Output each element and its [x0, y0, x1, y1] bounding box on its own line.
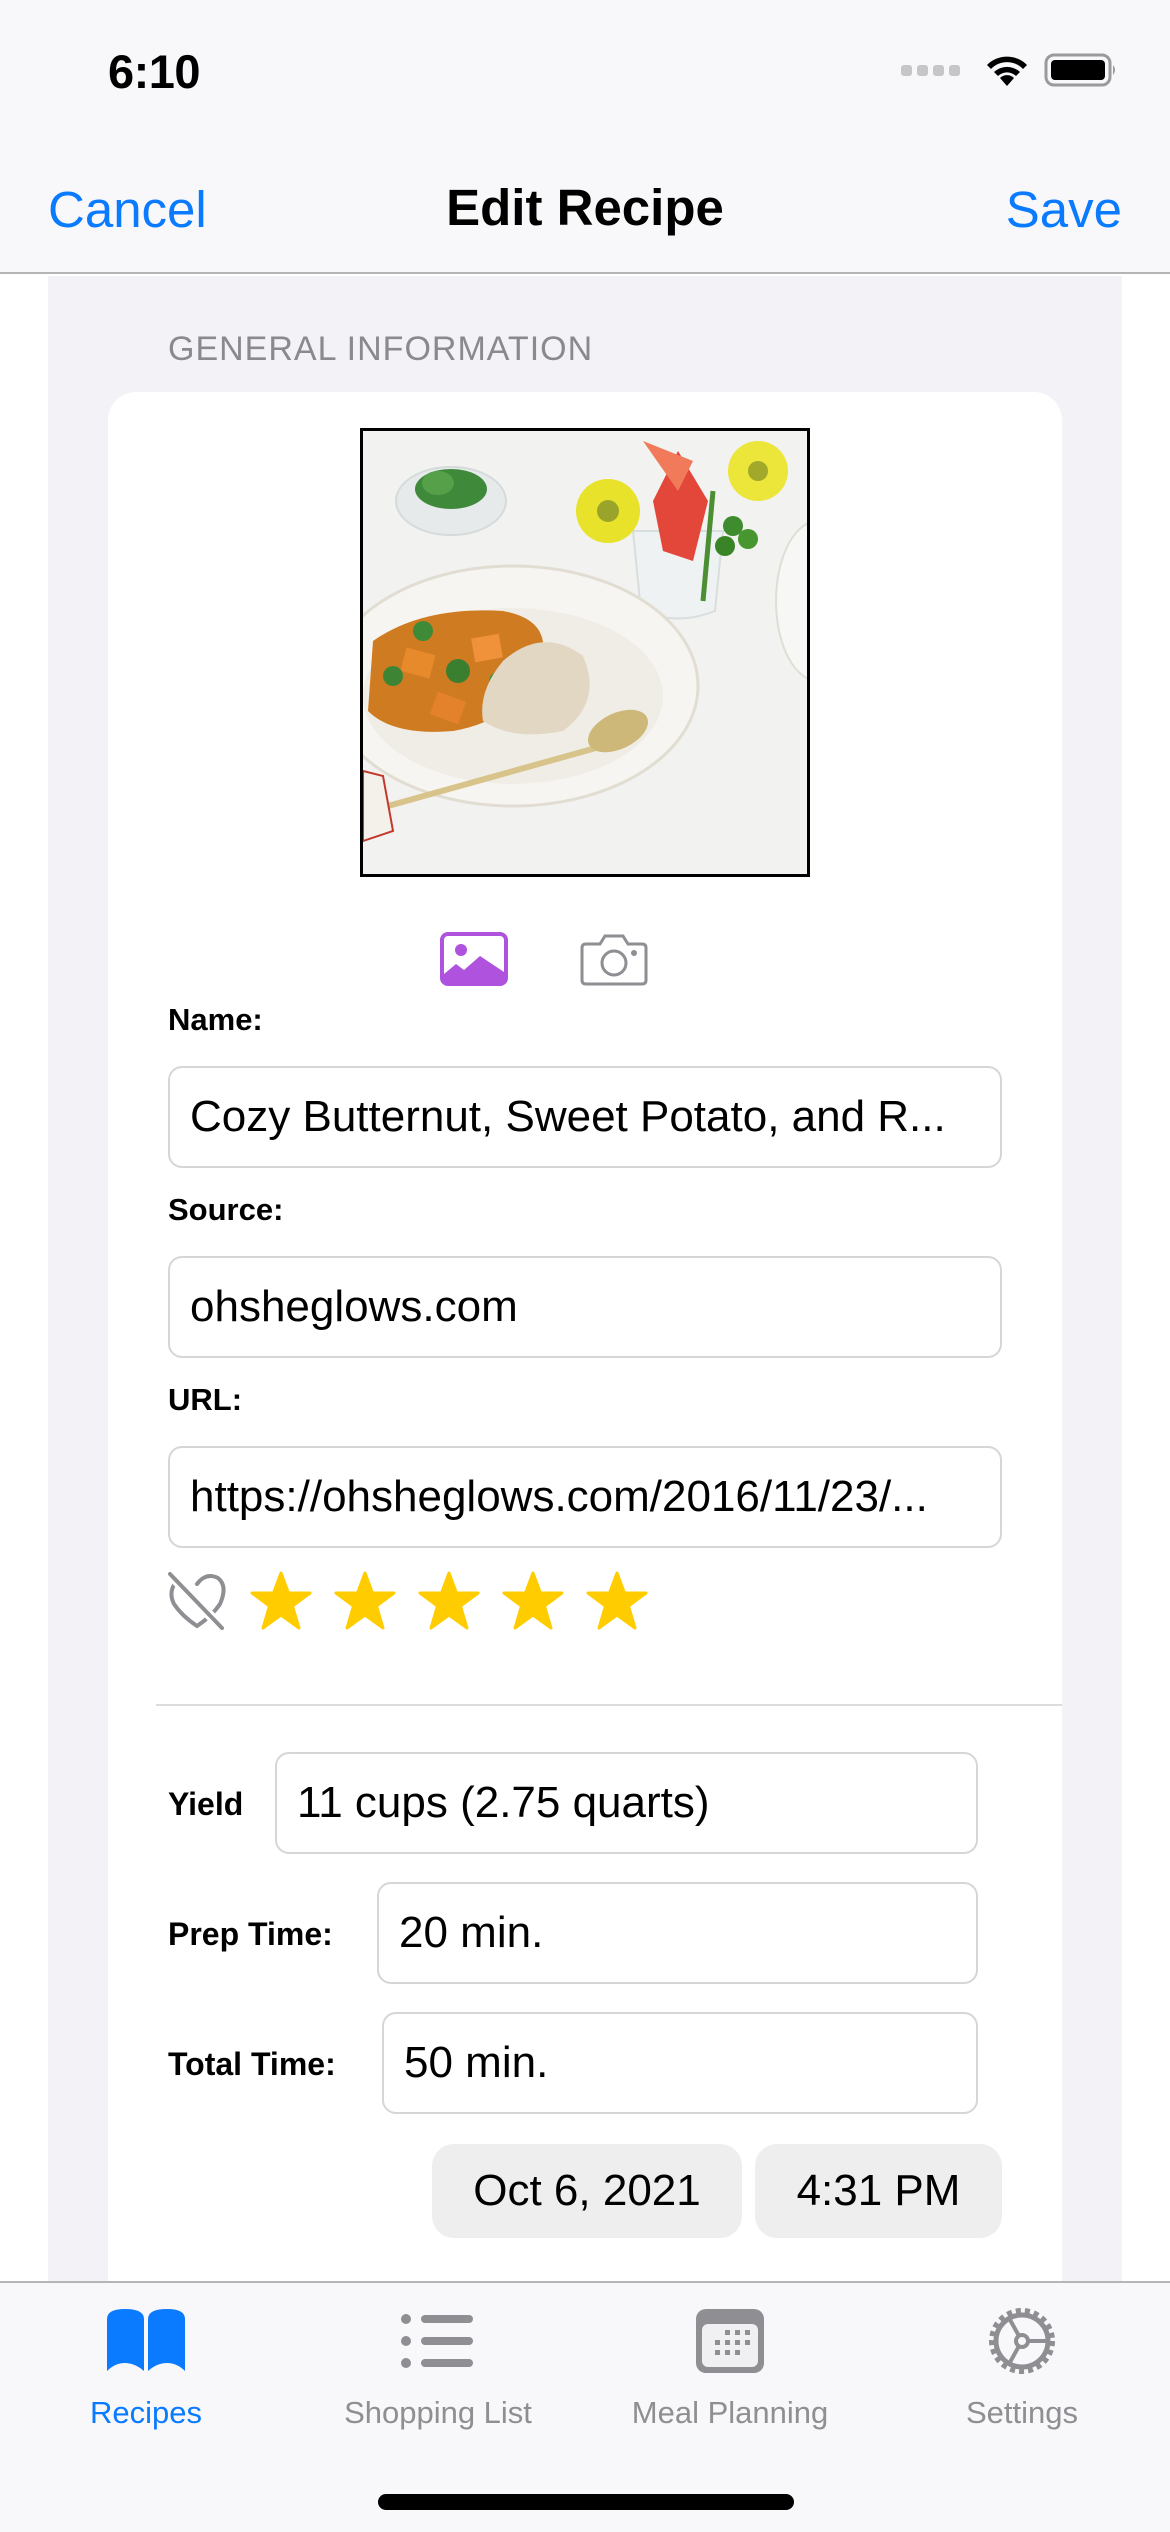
- cellular-signal-icon: [901, 64, 960, 76]
- yield-field[interactable]: 11 cups (2.75 quarts): [275, 1752, 978, 1854]
- star-icon[interactable]: [502, 1571, 564, 1631]
- source-field[interactable]: ohsheglows.com: [168, 1256, 1002, 1358]
- status-icons: [901, 52, 1118, 88]
- tab-recipes[interactable]: Recipes: [0, 2283, 292, 2443]
- name-label: Name:: [168, 1002, 263, 1037]
- tab-shopping-list-label: Shopping List: [344, 2395, 532, 2430]
- tab-settings[interactable]: Settings: [876, 2283, 1168, 2443]
- gear-icon: [989, 2308, 1055, 2374]
- photo-library-icon[interactable]: [440, 932, 508, 986]
- star-icon[interactable]: [586, 1571, 648, 1631]
- total-time-field[interactable]: 50 min.: [382, 2012, 978, 2114]
- total-time-label: Total Time:: [168, 2046, 336, 2082]
- tab-settings-label: Settings: [965, 2395, 1078, 2430]
- star-rating: [250, 1571, 648, 1631]
- recipe-photo[interactable]: [360, 428, 810, 877]
- list-icon: [401, 2314, 473, 2368]
- url-field[interactable]: https://ohsheglows.com/2016/11/23/...: [168, 1446, 1002, 1548]
- camera-icon[interactable]: [580, 932, 648, 986]
- battery-icon: [1044, 53, 1115, 87]
- page-title: Edit Recipe: [446, 179, 724, 236]
- tab-shopping-list[interactable]: Shopping List: [292, 2283, 584, 2443]
- tab-bar: Recipes Shopping List Meal Planning Sett…: [0, 2281, 1170, 2532]
- source-label: Source:: [168, 1192, 284, 1227]
- yield-label: Yield: [168, 1786, 244, 1822]
- wifi-icon: [987, 56, 1027, 86]
- top-bar: 6:10 Cancel Edit Recipe Save: [0, 0, 1170, 274]
- home-indicator: [378, 2494, 794, 2510]
- book-icon: [107, 2309, 185, 2371]
- star-icon[interactable]: [418, 1571, 480, 1631]
- rating-row: [166, 1570, 648, 1632]
- prep-time-field[interactable]: 20 min.: [377, 1882, 978, 1984]
- section-divider: [156, 1704, 1062, 1706]
- name-field[interactable]: Cozy Butternut, Sweet Potato, and R...: [168, 1066, 1002, 1168]
- prep-time-label: Prep Time:: [168, 1916, 333, 1952]
- tab-meal-planning[interactable]: Meal Planning: [584, 2283, 876, 2443]
- status-time: 6:10: [108, 45, 201, 98]
- star-icon[interactable]: [334, 1571, 396, 1631]
- media-actions: [440, 932, 648, 986]
- favorite-off-heart-icon[interactable]: [166, 1570, 228, 1632]
- save-button[interactable]: Save: [1006, 180, 1122, 239]
- time-picker[interactable]: 4:31 PM: [755, 2144, 1002, 2238]
- date-picker[interactable]: Oct 6, 2021: [432, 2144, 742, 2238]
- section-header: GENERAL INFORMATION: [168, 330, 594, 368]
- tab-recipes-label: Recipes: [90, 2395, 202, 2430]
- url-label: URL:: [168, 1382, 243, 1417]
- recipe-photo-image: [363, 431, 807, 874]
- star-icon[interactable]: [250, 1571, 312, 1631]
- calendar-icon: [696, 2309, 764, 2373]
- tab-meal-planning-label: Meal Planning: [631, 2395, 829, 2430]
